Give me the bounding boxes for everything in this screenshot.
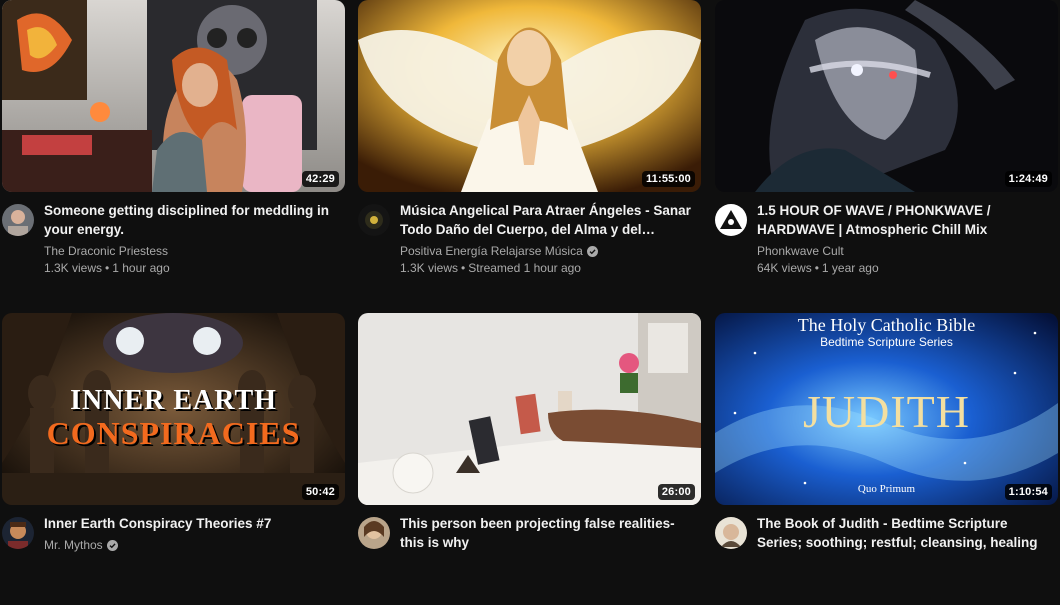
channel-avatar[interactable] [2, 204, 34, 236]
video-title[interactable]: This person been projecting false realit… [400, 514, 698, 552]
video-card[interactable]: 11:55:00 Música Angelical Para Atraer Án… [358, 0, 701, 292]
channel-name-text: The Draconic Priestess [44, 244, 169, 258]
view-count: 64K views [757, 261, 812, 275]
channel-name[interactable]: Phonkwave Cult [757, 243, 1055, 260]
upload-age: 1 hour ago [112, 261, 170, 275]
video-stats: 64K views • 1 year ago [757, 260, 1055, 277]
channel-name-text: Mr. Mythos [44, 538, 103, 552]
thumbnail-title-line-1: INNER EARTH [70, 385, 277, 416]
channel-name[interactable]: The Draconic Priestess [44, 243, 342, 260]
thumbnail-title-line-2: CONSPIRACIES [46, 415, 301, 451]
view-count: 1.3K views [400, 261, 459, 275]
upload-age: Streamed 1 hour ago [468, 261, 581, 275]
video-duration: 26:00 [657, 484, 695, 500]
thumbnail-image [358, 0, 701, 192]
thumbnail-image [715, 0, 1058, 192]
channel-name-text: Positiva Energía Relajarse Música [400, 244, 583, 258]
video-duration: 1:24:49 [1004, 171, 1052, 187]
video-thumbnail[interactable]: INNER EARTH CONSPIRACIES 50:42 [2, 313, 345, 505]
video-thumbnail[interactable]: 42:29 [2, 0, 345, 192]
separator-dot: • [105, 261, 110, 275]
video-thumbnail[interactable]: The Holy Catholic Bible Bedtime Scriptur… [715, 313, 1058, 505]
upload-age: 1 year ago [821, 261, 879, 275]
video-stats: 1.3K views • 1 hour ago [44, 260, 342, 277]
video-duration: 11:55:00 [641, 171, 695, 187]
channel-avatar[interactable] [715, 204, 747, 236]
video-title[interactable]: Someone getting disciplined for meddling… [44, 201, 342, 239]
video-card[interactable]: INNER EARTH CONSPIRACIES 50:42 Inner Ear… [2, 313, 345, 605]
video-duration: 50:42 [301, 484, 339, 500]
thumbnail-title-line-1: The Holy Catholic Bible [797, 315, 976, 335]
video-title[interactable]: Música Angelical Para Atraer Ángeles - S… [400, 201, 698, 239]
separator-dot: • [814, 261, 819, 275]
channel-avatar[interactable] [715, 517, 747, 549]
video-title[interactable]: Inner Earth Conspiracy Theories #7 [44, 514, 342, 533]
verified-check-icon [586, 246, 598, 257]
channel-name[interactable]: Mr. Mythos [44, 537, 342, 554]
video-title[interactable]: 1.5 HOUR OF WAVE / PHONKWAVE / HARDWAVE … [757, 201, 1055, 239]
thumbnail-subtitle: Bedtime Scripture Series [820, 335, 953, 349]
channel-name[interactable]: Positiva Energía Relajarse Música [400, 243, 698, 260]
channel-avatar[interactable] [358, 517, 390, 549]
video-card[interactable]: 26:00 This person been projecting false … [358, 313, 701, 605]
video-title[interactable]: The Book of Judith - Bedtime Scripture S… [757, 514, 1055, 552]
video-thumbnail[interactable]: 26:00 [358, 313, 701, 505]
video-card[interactable]: 1:24:49 1.5 HOUR OF WAVE / PHONKWAVE / H… [715, 0, 1058, 292]
video-card[interactable]: The Holy Catholic Bible Bedtime Scriptur… [715, 313, 1058, 605]
channel-avatar[interactable] [2, 517, 34, 549]
view-count: 1.3K views [44, 261, 103, 275]
thumbnail-image [358, 313, 701, 505]
verified-check-icon [106, 540, 118, 551]
video-stats: 1.3K views • Streamed 1 hour ago [400, 260, 698, 277]
channel-name-text: Phonkwave Cult [757, 244, 844, 258]
separator-dot: • [461, 261, 466, 275]
video-thumbnail[interactable]: 11:55:00 [358, 0, 701, 192]
video-thumbnail[interactable]: 1:24:49 [715, 0, 1058, 192]
video-duration: 1:10:54 [1004, 484, 1052, 500]
video-card[interactable]: 42:29 Someone getting disciplined for me… [2, 0, 345, 292]
channel-avatar[interactable] [358, 204, 390, 236]
video-duration: 42:29 [301, 171, 339, 187]
thumbnail-image [2, 0, 345, 192]
thumbnail-book-name: JUDITH [803, 386, 970, 437]
